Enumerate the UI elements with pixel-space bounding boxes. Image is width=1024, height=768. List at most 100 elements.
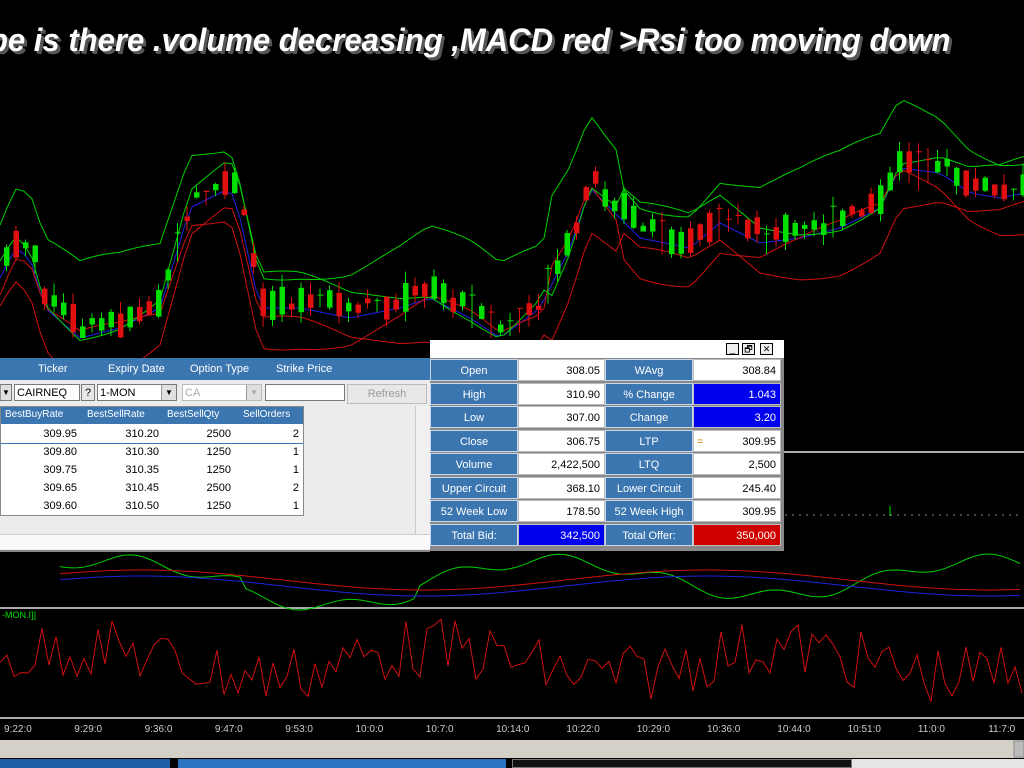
quote-label-upper-circuit: Upper Circuit [430,476,518,499]
depth-row[interactable]: 309.60 310.50 1250 1 [1,497,303,515]
depth-cell-buy: 309.75 [43,464,77,476]
time-axis-label: 10:29:0 [636,724,671,735]
candle-body [32,245,38,263]
time-axis-label: 9:36:0 [144,724,173,735]
time-axis-label: 10:7:0 [425,724,454,735]
option-type-value: CA [185,387,201,399]
depth-row[interactable]: 309.95 310.20 2500 2 [1,425,303,444]
quote-value-close: 306.75 [518,429,605,452]
candle-body [887,172,893,191]
candle-body [982,177,988,191]
candle-body [906,151,912,173]
scrollbar-thumb[interactable] [1013,740,1024,758]
quote-label-total-bid: Total Bid: [430,523,518,546]
taskbar-segment[interactable] [512,759,852,768]
candle-body [156,289,162,317]
candle-body [298,287,304,313]
candle-body [688,228,694,253]
candle-body [99,318,105,331]
depth-row[interactable]: 309.80 310.30 1250 1 [1,443,303,461]
sell-orders-header: SellOrders [243,409,291,420]
candle-body [80,326,86,338]
quote-label-lower-circuit: Lower Circuit [605,476,693,499]
candle-body [251,253,257,267]
taskbar-segment[interactable] [852,759,1024,768]
candle-body [583,187,589,201]
help-button[interactable]: ? [81,384,95,401]
quote-value-change: 3.20 [693,406,781,428]
ltp-marker: = [697,435,704,448]
candle-body [697,224,703,240]
candle-body [61,302,67,316]
candle-body [365,298,371,304]
time-axis-label: 10:51:0 [847,724,881,735]
candle-body [669,229,675,255]
horizontal-scrollbar[interactable] [0,534,430,549]
candle-body [279,286,285,315]
macd-pane [59,553,1021,611]
candle-body [412,285,418,296]
candle-body [707,212,713,243]
volume-pane [785,506,1018,516]
quote-label-change: Change [605,406,693,428]
candle-body [536,305,542,310]
time-axis-label: 10:22:0 [566,724,600,735]
candle-body [1020,174,1024,196]
candle-body [944,158,950,167]
candlesticks [4,141,1024,338]
candle-body [868,193,874,214]
candle-body [678,231,684,254]
candle-body [403,283,409,312]
ticker-input[interactable]: CAIRNEQ [14,384,80,401]
taskbar-segment[interactable] [0,759,170,768]
quote-titlebar: _ 🗗 ✕ [430,340,784,358]
close-button[interactable]: ✕ [760,343,773,355]
candle-body [859,209,865,217]
exchange-dropdown[interactable]: ▼ [0,384,12,401]
time-axis-label: 9:29:0 [74,724,103,735]
candle-body [745,219,751,239]
candle-body [13,230,19,258]
depth-cell-qty: 2500 [206,482,231,494]
depth-cell-orders: 1 [292,500,299,512]
chevron-down-icon: ▼ [246,385,261,400]
minimize-button[interactable]: _ [726,343,739,355]
depth-cell-buy: 309.60 [43,500,77,512]
candle-body [184,216,190,222]
candle-body [897,151,903,173]
depth-cell-sell: 310.30 [125,446,159,458]
depth-cell-orders: 1 [292,464,299,476]
candle-body [593,171,599,184]
option-type-select[interactable]: CA ▼ [182,384,262,401]
candle-body [346,302,352,312]
candle-body [498,324,504,333]
candle-body [811,220,817,230]
refresh-button[interactable]: Refresh [347,384,427,404]
depth-row[interactable]: 309.75 310.35 1250 1 [1,461,303,479]
candle-body [574,222,580,234]
quote-value-52-week-low: 178.50 [518,500,605,522]
quote-label-open: Open [430,359,518,381]
time-axis-scrollbar[interactable] [0,740,1024,758]
expiry-header: Expiry Date [108,363,165,375]
time-axis-label: 10:36:0 [707,724,741,735]
strike-price-input[interactable] [265,384,345,401]
candle-body [89,318,95,325]
candle-body [260,288,266,316]
quote-label-volume: Volume [430,453,518,475]
candle-body [127,306,133,328]
taskbar-segment[interactable] [178,759,506,768]
quote-label--change: % Change [605,382,693,405]
market-depth-table: BestBuyRate BestSellRate BestSellQty Sel… [0,406,304,516]
vertical-scrollbar[interactable] [415,406,430,546]
depth-cell-sell: 310.50 [125,500,159,512]
candle-body [393,299,399,310]
restore-button[interactable]: 🗗 [742,343,755,355]
depth-header: BestBuyRate BestSellRate BestSellQty Sel… [1,407,303,424]
depth-row[interactable]: 309.65 310.45 2500 2 [1,479,303,497]
expiry-select[interactable]: 1-MON ▼ [97,384,177,401]
candle-body [355,304,361,313]
candle-body [878,185,884,215]
candle-body [441,283,447,304]
depth-cell-sell: 310.45 [125,482,159,494]
